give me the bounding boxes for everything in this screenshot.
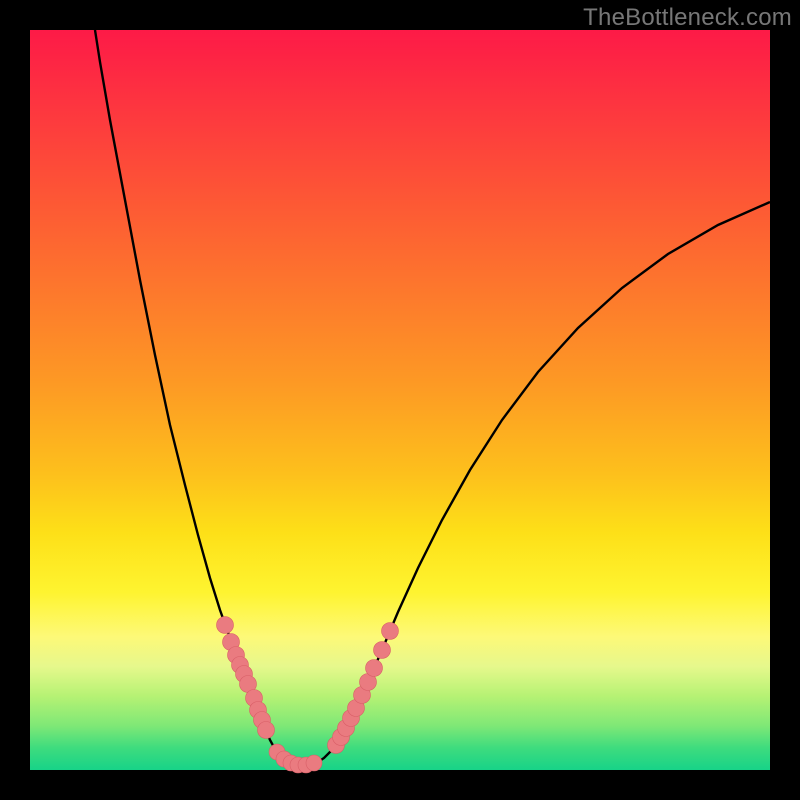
data-point — [366, 660, 383, 677]
watermark-text: TheBottleneck.com — [583, 4, 792, 32]
dot-cluster-left — [217, 617, 275, 739]
plot-area — [30, 30, 770, 770]
dot-cluster-right — [328, 623, 399, 754]
data-point — [374, 642, 391, 659]
data-point — [258, 722, 275, 739]
bottleneck-curve — [95, 30, 770, 765]
data-point — [382, 623, 399, 640]
data-point — [217, 617, 234, 634]
chart-svg — [30, 30, 770, 770]
data-point — [306, 755, 322, 771]
dot-cluster-bottom — [269, 744, 322, 773]
outer-frame: TheBottleneck.com — [0, 0, 800, 800]
